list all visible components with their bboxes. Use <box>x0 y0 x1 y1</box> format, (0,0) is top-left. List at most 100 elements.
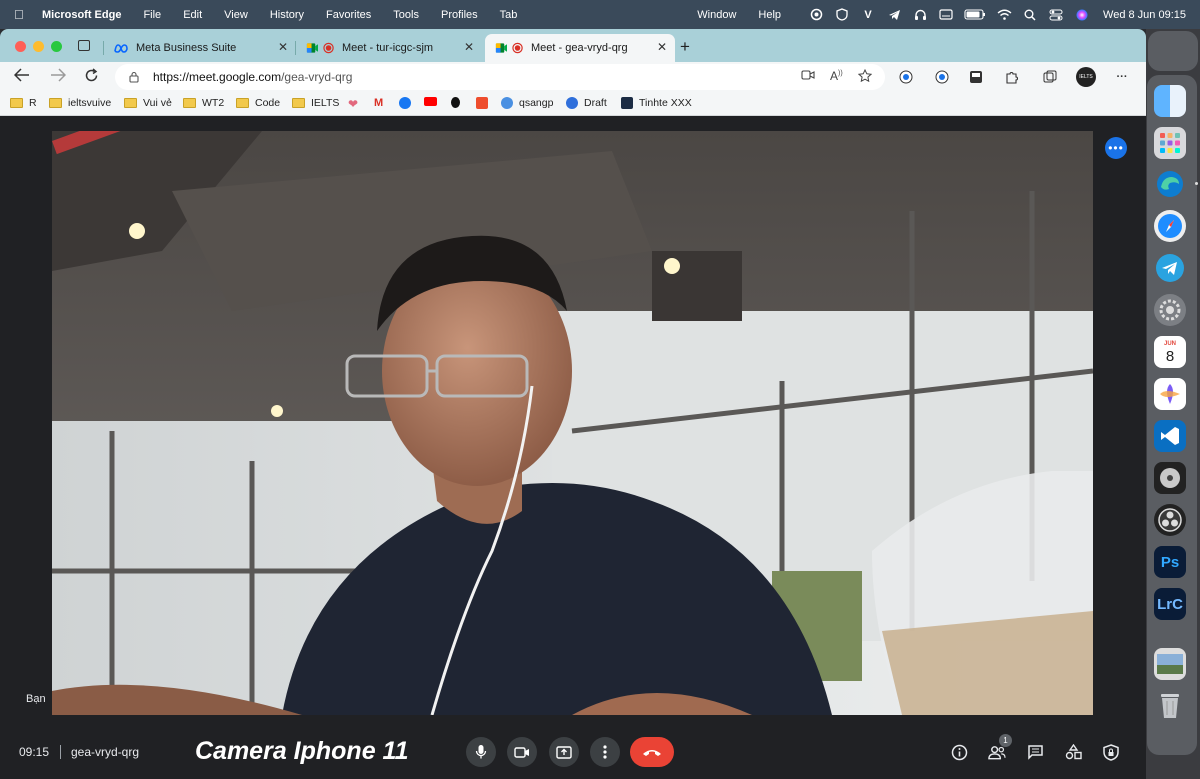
zoom-window-button[interactable] <box>51 41 62 52</box>
menu-profiles[interactable]: Profiles <box>441 9 478 21</box>
telegram-icon[interactable] <box>1154 252 1186 284</box>
menu-tools[interactable]: Tools <box>393 9 419 21</box>
lock-icon[interactable] <box>129 70 139 83</box>
wifi-icon[interactable] <box>996 8 1012 22</box>
telegram-tray-icon[interactable] <box>886 8 902 22</box>
trash-icon[interactable] <box>1154 689 1186 721</box>
meeting-details-icon[interactable] <box>950 743 968 761</box>
keyboard-icon[interactable] <box>938 8 954 22</box>
extension-2-icon[interactable] <box>934 69 950 85</box>
tab-meta-business-suite[interactable]: Meta Business Suite ✕ <box>103 34 296 62</box>
bookmark-folder-vui-ve[interactable]: Vui vẻ <box>124 97 172 109</box>
photo-thumbnail-icon[interactable] <box>1154 648 1186 680</box>
battery-icon[interactable] <box>964 8 986 22</box>
collections-icon[interactable] <box>1042 69 1058 85</box>
menu-edit[interactable]: Edit <box>183 9 202 21</box>
menu-history[interactable]: History <box>270 9 304 21</box>
meet-stage: ••• Bạn 09:15 gea-vryd-qrg Camera Iphone… <box>0 117 1146 779</box>
bookmark-label: Tinhte XXX <box>639 97 692 109</box>
extensions-puzzle-icon[interactable] <box>1004 69 1020 85</box>
status-circle-icon[interactable] <box>808 8 824 22</box>
present-screen-button[interactable] <box>549 737 579 767</box>
status-tray: V <box>803 8 1095 22</box>
obs-icon[interactable] <box>1154 504 1186 536</box>
leave-call-button[interactable] <box>630 737 674 767</box>
calendar-icon[interactable]: JUN 8 <box>1154 336 1186 368</box>
extension-1-icon[interactable] <box>898 69 914 85</box>
back-arrow-icon[interactable] <box>13 68 30 86</box>
close-tab-icon[interactable]: ✕ <box>464 40 474 54</box>
more-menu-icon[interactable]: ··· <box>1114 69 1130 85</box>
bookmark-folder-ieltsvuive[interactable]: ieltsvuive <box>49 97 111 109</box>
bookmark-folder-wt2[interactable]: WT2 <box>183 97 224 109</box>
profile-icon <box>501 97 513 109</box>
bookmark-facebook-icon[interactable] <box>399 97 411 109</box>
tab-meet-gea-vryd-qrg[interactable]: Meet - gea-vryd-qrg ✕ <box>485 34 675 62</box>
bookmark-shop-icon[interactable] <box>476 97 488 109</box>
bookmark-draft[interactable]: Draft <box>566 97 607 109</box>
launchpad-icon[interactable] <box>1154 127 1186 159</box>
bookmark-qsangp[interactable]: qsangp <box>501 97 553 109</box>
menu-bar:  Microsoft Edge File Edit View History … <box>0 0 1200 29</box>
shield-icon[interactable] <box>834 8 850 22</box>
app-name-menu[interactable]: Microsoft Edge <box>42 9 121 21</box>
finder-icon[interactable] <box>1154 85 1186 117</box>
bookmark-gmail-icon[interactable]: M <box>374 97 383 109</box>
more-actions-button[interactable] <box>590 737 620 767</box>
siri-icon[interactable] <box>1074 8 1090 22</box>
bookmark-folder-ielts[interactable]: IELTS <box>292 97 339 109</box>
reload-icon[interactable] <box>84 68 99 87</box>
bookmark-black-icon[interactable] <box>451 97 460 108</box>
menu-view[interactable]: View <box>224 9 248 21</box>
chat-icon[interactable] <box>1026 743 1044 761</box>
close-tab-icon[interactable]: ✕ <box>657 40 667 54</box>
close-tab-icon[interactable]: ✕ <box>278 40 288 54</box>
bookmark-youtube-icon[interactable] <box>424 97 437 106</box>
favorite-star-icon[interactable] <box>857 68 873 85</box>
bookmark-tinhte-xxx[interactable]: Tinhte XXX <box>621 97 692 109</box>
safari-icon[interactable] <box>1154 210 1186 242</box>
menu-help[interactable]: Help <box>758 9 781 21</box>
menubar-clock[interactable]: Wed 8 Jun 09:15 <box>1103 9 1186 21</box>
close-window-button[interactable] <box>15 41 26 52</box>
meeting-time: 09:15 <box>19 745 50 759</box>
menu-favorites[interactable]: Favorites <box>326 9 371 21</box>
control-center-icon[interactable] <box>1048 8 1064 22</box>
address-bar[interactable]: https://meet.google.com/gea-vryd-qrg A)) <box>115 64 885 90</box>
activities-icon[interactable] <box>1064 743 1082 761</box>
bookmark-heart-icon[interactable]: ❤ <box>348 97 358 111</box>
more-options-button[interactable]: ••• <box>1105 137 1127 159</box>
system-preferences-icon[interactable] <box>1154 294 1186 326</box>
menu-tab[interactable]: Tab <box>500 9 518 21</box>
vpn-v-icon[interactable]: V <box>860 8 876 22</box>
url-text[interactable]: https://meet.google.com/gea-vryd-qrg <box>153 70 352 84</box>
forward-arrow-icon[interactable] <box>50 68 67 86</box>
read-aloud-icon[interactable]: A)) <box>830 69 843 83</box>
menu-file[interactable]: File <box>143 9 161 21</box>
folder-icon <box>10 98 23 108</box>
tab-meet-tur-icgc-sjm[interactable]: Meet - tur-icgc-sjm ✕ <box>295 34 482 62</box>
microphone-button[interactable] <box>466 737 496 767</box>
lightroom-classic-icon[interactable]: LrC <box>1154 588 1186 620</box>
bookmark-folder-r[interactable]: R <box>10 97 37 109</box>
extension-3-icon[interactable] <box>968 69 984 85</box>
edge-icon[interactable] <box>1154 168 1186 200</box>
disk-utility-icon[interactable] <box>1154 462 1186 494</box>
host-controls-icon[interactable] <box>1102 743 1120 761</box>
vscode-icon[interactable] <box>1154 420 1186 452</box>
new-tab-button[interactable]: + <box>680 37 690 57</box>
camera-button[interactable] <box>507 737 537 767</box>
spotlight-search-icon[interactable] <box>1022 8 1038 22</box>
copilot-icon[interactable] <box>1154 378 1186 410</box>
url-path: /gea-vryd-qrg <box>281 70 353 84</box>
video-camera-icon <box>514 746 529 758</box>
profile-avatar[interactable]: IELTS <box>1076 67 1096 87</box>
menu-window[interactable]: Window <box>697 9 736 21</box>
headphones-icon[interactable] <box>912 8 928 22</box>
tab-actions-icon[interactable] <box>78 40 90 51</box>
minimize-window-button[interactable] <box>33 41 44 52</box>
apple-icon[interactable]:  <box>14 7 28 22</box>
photoshop-icon[interactable]: Ps <box>1154 546 1186 578</box>
camera-permission-icon[interactable] <box>801 69 815 83</box>
bookmark-folder-code[interactable]: Code <box>236 97 280 109</box>
